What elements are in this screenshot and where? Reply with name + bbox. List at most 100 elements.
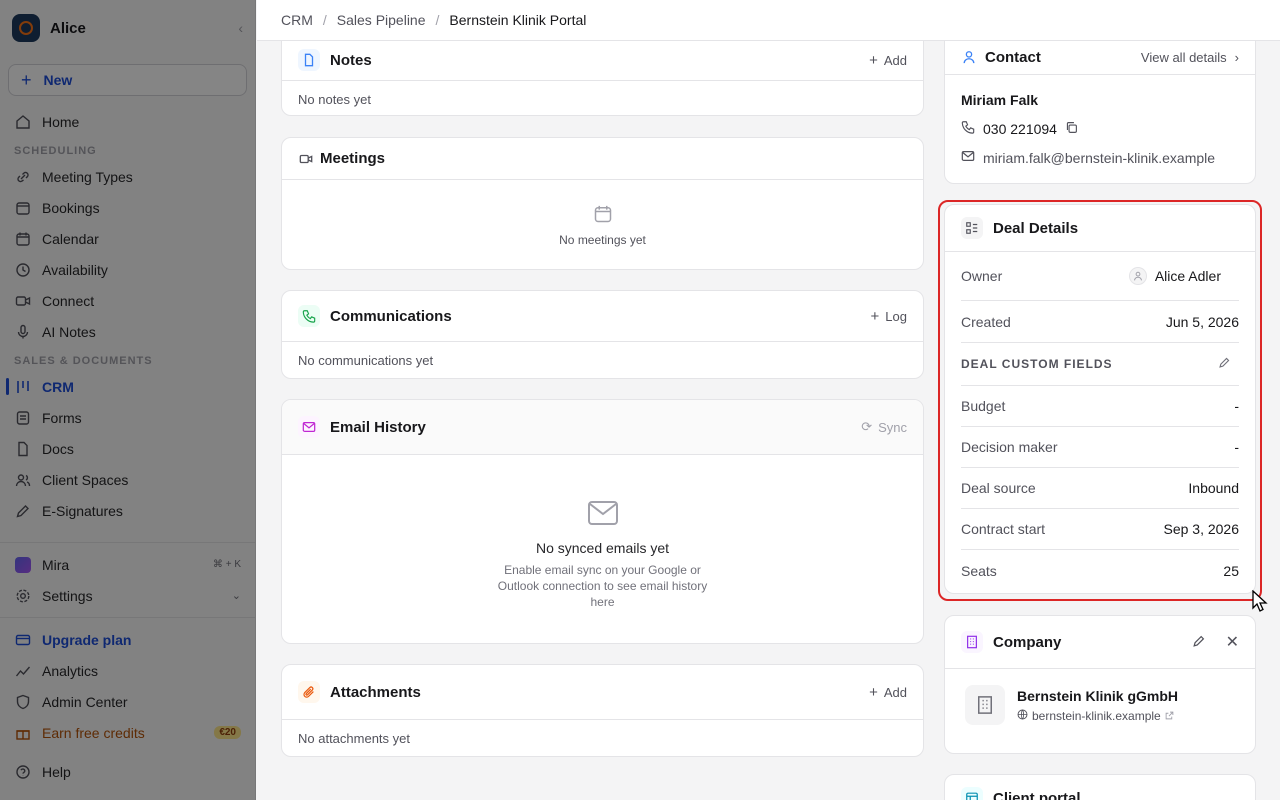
notes-empty: No notes yet [298, 91, 371, 107]
plus-icon: + [21, 69, 32, 90]
notes-title: Notes [330, 51, 372, 69]
deal-field-row[interactable]: Seats 25 [961, 550, 1239, 591]
email-history-title: Email History [330, 418, 426, 436]
credits-badge: €20 [214, 726, 241, 739]
mouse-cursor [1252, 589, 1268, 615]
sidebar-item-meeting-types[interactable]: Meeting Types [0, 161, 255, 192]
sidebar: Alice ‹ + New Home SCHEDULING Meeting Typ… [0, 0, 256, 800]
breadcrumb: CRM / Sales Pipeline / Bernstein Klinik … [257, 0, 1280, 41]
sidebar-item-docs[interactable]: Docs [0, 433, 255, 464]
email-empty-description: Enable email sync on your Google or Outl… [497, 563, 708, 609]
attachments-title: Attachments [330, 683, 421, 701]
home-icon [14, 113, 32, 131]
sync-email-button[interactable]: ⟳ Sync [861, 419, 907, 435]
new-button[interactable]: + New [8, 64, 247, 96]
sidebar-item-forms[interactable]: Forms [0, 402, 255, 433]
sidebar-item-help[interactable]: Help [0, 756, 255, 787]
gift-icon [14, 724, 32, 742]
sidebar-item-client-spaces[interactable]: Client Spaces [0, 464, 255, 495]
document-icon [14, 440, 32, 458]
deal-field-row[interactable]: Contract start Sep 3, 2026 [961, 509, 1239, 550]
deal-owner-row: Owner Alice Adler [961, 252, 1239, 301]
attachments-card: Attachments + Add No attachments yet [281, 664, 924, 757]
breadcrumb-crm[interactable]: CRM [281, 12, 313, 28]
note-icon [298, 49, 320, 71]
contact-name: Miriam Falk [961, 92, 1039, 108]
meetings-title: Meetings [320, 150, 386, 167]
sidebar-item-crm[interactable]: CRM [0, 371, 255, 402]
sidebar-scroll-cutoff [0, 526, 255, 536]
meetings-empty: No meetings yet [559, 233, 646, 247]
section-scheduling: SCHEDULING [14, 145, 97, 157]
deal-details-icon [961, 217, 983, 239]
video-icon [298, 148, 314, 170]
globe-icon [1017, 709, 1028, 723]
sidebar-item-availability[interactable]: Availability [0, 254, 255, 285]
deal-owner: Alice Adler [1154, 268, 1221, 284]
deal-details-title: Deal Details [993, 219, 1079, 237]
add-note-button[interactable]: + Add [869, 52, 907, 69]
breadcrumb-sales-pipeline[interactable]: Sales Pipeline [337, 12, 426, 28]
sidebar-item-calendar[interactable]: Calendar [0, 223, 255, 254]
view-all-details-link[interactable]: View all details › [1141, 50, 1239, 65]
shield-icon [14, 693, 32, 711]
paperclip-icon [298, 681, 320, 703]
sidebar-item-connect[interactable]: Connect [0, 285, 255, 316]
contact-title: Contact [985, 48, 1041, 66]
sidebar-item-analytics[interactable]: Analytics [0, 655, 255, 686]
workspace-header[interactable]: Alice ‹ [0, 0, 255, 56]
edit-company-icon[interactable] [1192, 634, 1206, 651]
users-icon [14, 471, 32, 489]
sidebar-item-upgrade[interactable]: Upgrade plan [0, 624, 255, 655]
deal-field-row[interactable]: Budget - [961, 386, 1239, 427]
sync-icon: ⟳ [861, 419, 873, 434]
communications-title: Communications [330, 307, 452, 325]
log-communication-button[interactable]: + Log [871, 308, 907, 325]
edit-custom-fields-icon[interactable] [1218, 356, 1231, 372]
phone-icon [961, 120, 975, 137]
external-link-icon [1165, 709, 1174, 723]
add-attachment-button[interactable]: + Add [869, 684, 907, 701]
deal-details-card: Deal Details Owner Alice Adler Created J… [944, 204, 1256, 594]
meetings-card: Meetings No meetings yet [281, 137, 924, 270]
section-sales-documents: SALES & DOCUMENTS [14, 355, 153, 367]
contact-email[interactable]: miriam.falk@bernstein-klinik.example [983, 150, 1215, 166]
chevron-down-icon: ⌄ [231, 590, 241, 602]
sidebar-item-home[interactable]: Home [0, 106, 255, 137]
deal-field-row[interactable]: Decision maker - [961, 427, 1239, 468]
client-portal-card: Client portal [944, 774, 1256, 800]
user-icon [961, 46, 977, 68]
company-name: Bernstein Klinik gGmbH [1017, 687, 1179, 704]
deal-field-row[interactable]: Deal source Inbound [961, 468, 1239, 509]
client-portal-title: Client portal [993, 789, 1081, 800]
sidebar-item-ai-notes[interactable]: AI Notes [0, 316, 255, 347]
contact-card: Contact View all details › Miriam Falk 03… [944, 41, 1256, 184]
main-content: Notes + Add No notes yet Meetings No meet… [257, 41, 1280, 800]
microphone-icon [14, 323, 32, 341]
copy-icon[interactable] [1065, 121, 1078, 137]
phone-icon [298, 305, 320, 327]
sidebar-item-earn-credits[interactable]: Earn free credits €20 [0, 717, 255, 748]
close-icon[interactable]: ✕ [1226, 632, 1239, 652]
company-title: Company [993, 633, 1062, 651]
deal-custom-fields-header: DEAL CUSTOM FIELDS [961, 343, 1239, 386]
analytics-icon [14, 662, 32, 680]
sidebar-item-mira[interactable]: Mira ⌘ + K [0, 549, 255, 580]
collapse-sidebar-icon[interactable]: ‹ [238, 20, 243, 36]
mail-icon [961, 149, 975, 166]
workspace-logo [12, 14, 40, 42]
contact-phone[interactable]: 030 221094 [983, 121, 1057, 137]
portal-icon [961, 787, 983, 800]
sidebar-item-admin-center[interactable]: Admin Center [0, 686, 255, 717]
avatar [1128, 267, 1147, 285]
company-logo [965, 685, 1005, 725]
company-domain-link[interactable]: bernstein-klinik.example [1017, 709, 1178, 723]
sidebar-divider [0, 542, 255, 543]
sidebar-item-settings[interactable]: Settings ⌄ [0, 580, 255, 611]
sidebar-item-bookings[interactable]: Bookings [0, 192, 255, 223]
mira-shortcut: ⌘ + K [212, 559, 241, 570]
sidebar-item-e-signatures[interactable]: E-Signatures [0, 495, 255, 526]
deal-created: Jun 5, 2026 [1165, 313, 1239, 330]
link-icon [14, 168, 32, 186]
email-history-card: Email History ⟳ Sync No synced emails yet… [281, 399, 924, 644]
